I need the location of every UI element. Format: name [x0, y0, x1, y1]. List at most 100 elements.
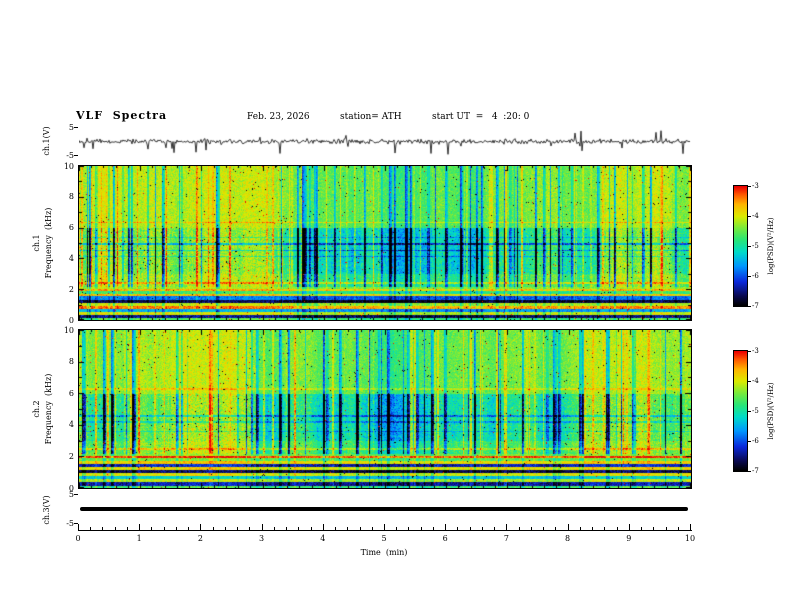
spec2-ytick-label: 0	[68, 483, 74, 493]
colorbar2-tick-label: -5	[752, 407, 759, 415]
vlf-spectra-plot: VLF Spectra Feb. 23, 2026 station= ATH s…	[0, 0, 792, 612]
x-tick-mark	[249, 527, 250, 530]
x-tick-mark	[360, 527, 361, 530]
x-tick-label: 1	[136, 534, 142, 543]
x-tick-mark	[188, 527, 189, 530]
x-tick-mark	[164, 527, 165, 530]
x-tick-mark	[335, 527, 336, 530]
x-tick-mark	[519, 527, 520, 530]
colorbar1-tick-mark	[748, 306, 751, 307]
x-tick-mark	[641, 527, 642, 530]
x-tick-mark	[690, 524, 691, 530]
x-tick-label: 3	[259, 534, 265, 543]
ch1-spectrogram-canvas	[78, 165, 692, 321]
x-tick-mark	[262, 524, 263, 530]
x-tick-label: 10	[684, 534, 696, 543]
x-tick-mark	[372, 527, 373, 530]
x-tick-mark	[543, 527, 544, 530]
x-tick-mark	[274, 527, 275, 530]
colorbar1-tick-label: -6	[752, 272, 759, 280]
spec1-ytick-label: 4	[68, 253, 74, 263]
x-tick-mark	[176, 527, 177, 530]
x-tick-mark	[482, 527, 483, 530]
x-tick-mark	[408, 527, 409, 530]
ch1-voltage-axis-label: ch.1(V)	[42, 126, 51, 156]
x-tick-label: 0	[75, 534, 81, 543]
x-tick-mark	[433, 527, 434, 530]
colorbar2-tick-mark	[748, 411, 751, 412]
x-tick-mark	[384, 524, 385, 530]
x-tick-mark	[115, 527, 116, 530]
colorbar2-tick-mark	[748, 351, 751, 352]
x-tick-mark	[298, 527, 299, 530]
spec1-frequency-axis-label: Frequency (kHz)	[44, 207, 53, 279]
x-tick-mark	[139, 524, 140, 530]
x-tick-mark	[678, 527, 679, 530]
spec2-ytick-label: 2	[68, 451, 74, 461]
ch3-ymin-label: -5	[66, 519, 74, 528]
x-tick-mark	[421, 527, 422, 530]
x-tick-mark	[200, 524, 201, 530]
x-tick-mark	[592, 527, 593, 530]
x-tick-mark	[151, 527, 152, 530]
ch1-ytick-mark	[74, 155, 78, 156]
x-tick-mark	[445, 524, 446, 530]
x-tick-label: 8	[565, 534, 571, 543]
colorbar2-tick-mark	[748, 441, 751, 442]
x-tick-mark	[531, 527, 532, 530]
x-tick-mark	[470, 527, 471, 530]
spec1-ytick-label: 6	[68, 223, 74, 233]
x-tick-mark	[102, 527, 103, 530]
x-tick-mark	[347, 527, 348, 530]
x-tick-mark	[629, 524, 630, 530]
spec1-ytick-label: 8	[68, 192, 74, 202]
colorbar1-tick-label: -7	[752, 302, 759, 310]
x-axis-title: Time (min)	[360, 548, 408, 557]
colorbar1-tick-label: -5	[752, 242, 759, 250]
colorbar1-tick-mark	[748, 216, 751, 217]
x-tick-mark	[127, 527, 128, 530]
ch1-ymax-label: 5	[68, 123, 74, 132]
ch1-waveform-canvas	[79, 127, 691, 156]
spec2-ytick-label: 4	[68, 420, 74, 430]
x-tick-mark	[653, 527, 654, 530]
colorbar1-tick-mark	[748, 246, 751, 247]
spec1-ytick-label: 2	[68, 284, 74, 294]
x-tick-label: 7	[503, 534, 509, 543]
header-station: station= ATH	[340, 112, 402, 122]
x-tick-mark	[568, 524, 569, 530]
x-tick-label: 9	[626, 534, 632, 543]
ch2-spectrogram-canvas	[78, 329, 692, 489]
x-tick-label: 2	[197, 534, 203, 543]
x-tick-mark	[90, 527, 91, 530]
x-tick-mark	[311, 527, 312, 530]
colorbar1-tick-mark	[748, 276, 751, 277]
colorbar1-canvas	[733, 185, 748, 307]
ch1-ytick-mark	[74, 127, 78, 128]
colorbar2-tick-label: -6	[752, 437, 759, 445]
x-tick-mark	[580, 527, 581, 530]
ch3-voltage-axis-label: ch.3(V)	[42, 495, 51, 525]
colorbar1-tick-label: -4	[752, 212, 759, 220]
spec2-ytick-label: 10	[63, 325, 74, 335]
x-tick-mark	[666, 527, 667, 530]
x-tick-mark	[457, 527, 458, 530]
colorbar2-tick-label: -7	[752, 467, 759, 475]
x-tick-label: 5	[381, 534, 387, 543]
ch3-flat-trace	[80, 507, 688, 512]
x-axis-line	[78, 530, 692, 531]
x-tick-mark	[213, 527, 214, 530]
colorbar2-tick-mark	[748, 471, 751, 472]
spec1-ytick-label: 10	[63, 161, 74, 171]
ch3-ytick-mark	[74, 523, 78, 524]
colorbar2-tick-label: -4	[752, 377, 759, 385]
spec2-frequency-axis-label: Frequency (kHz)	[44, 373, 53, 445]
colorbar1-tick-label: -3	[752, 182, 759, 190]
ch1-ymin-label: -5	[66, 151, 74, 160]
x-tick-mark	[225, 527, 226, 530]
spec1-ytick-label: 0	[68, 315, 74, 325]
x-tick-mark	[555, 527, 556, 530]
colorbar2-canvas	[733, 350, 748, 472]
spec1-channel-label: ch.1	[32, 234, 41, 252]
spec2-ytick-label: 8	[68, 357, 74, 367]
